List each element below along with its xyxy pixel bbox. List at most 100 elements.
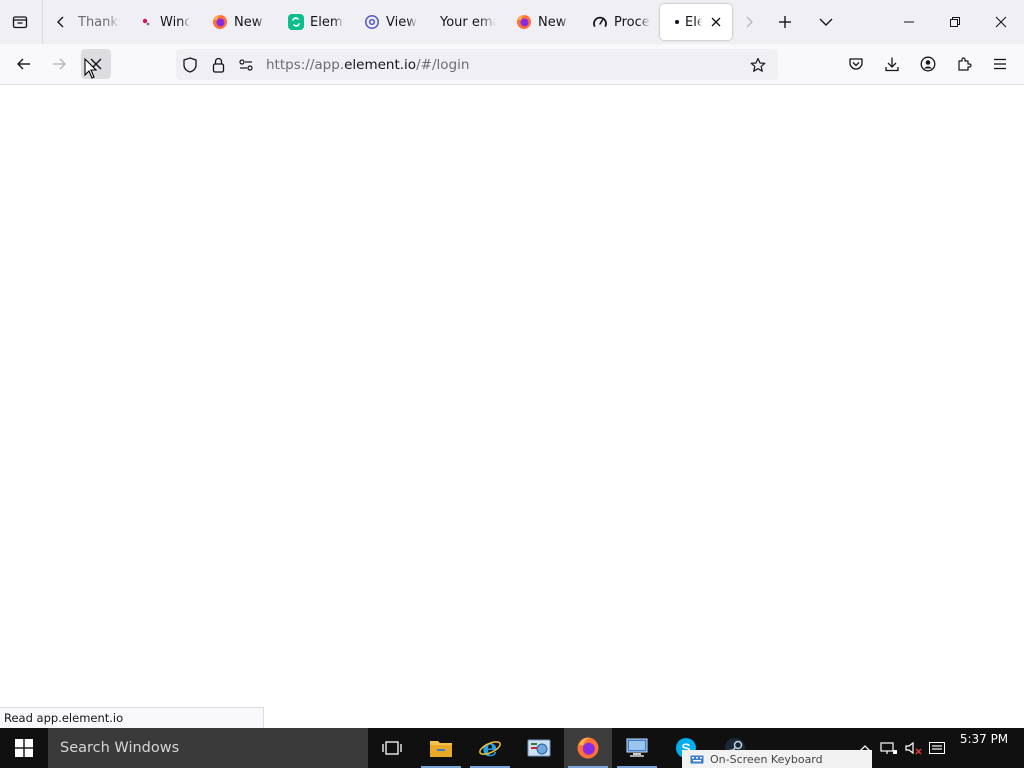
- windows-logo-icon: [15, 739, 33, 757]
- url-path: /#/login: [416, 56, 470, 73]
- hamburger-menu-icon: [994, 58, 1006, 70]
- account-icon: [920, 56, 936, 72]
- volume-button[interactable]: [902, 728, 924, 768]
- list-all-tabs-button[interactable]: [814, 10, 838, 34]
- account-button[interactable]: [913, 49, 943, 79]
- tab-title: Process: [614, 14, 650, 30]
- url-text[interactable]: https://app.element.io/#/login: [266, 57, 469, 73]
- forward-button[interactable]: [44, 49, 74, 79]
- loading-dot-icon: [674, 14, 680, 30]
- tab-view[interactable]: View: [364, 4, 420, 40]
- url-host: element.io: [344, 56, 417, 73]
- site-security-button[interactable]: [204, 51, 232, 79]
- downloads-button[interactable]: [877, 49, 907, 79]
- osk-label: On-Screen Keyboard: [710, 752, 823, 766]
- task-view-icon: [382, 741, 402, 755]
- chevron-left-icon: [57, 16, 64, 28]
- firefox-view-button[interactable]: [6, 8, 34, 36]
- arrow-left-icon: [17, 58, 30, 70]
- pocket-icon: [849, 58, 863, 70]
- new-tab-button[interactable]: [773, 10, 797, 34]
- volume-muted-icon: [905, 741, 922, 755]
- pocket-button[interactable]: [841, 49, 871, 79]
- task-view-button[interactable]: [368, 728, 416, 768]
- tab-your-email[interactable]: Your email: [440, 4, 496, 40]
- tab-title: New Tab: [538, 14, 570, 30]
- keyboard-icon: [929, 742, 945, 754]
- firefox-icon: [212, 14, 228, 30]
- firefox-taskbar-button[interactable]: [564, 728, 612, 768]
- tab-title: View: [386, 14, 417, 30]
- internet-explorer-button[interactable]: e: [466, 728, 514, 768]
- tab-title: New Tab: [234, 14, 266, 30]
- restore-button[interactable]: [932, 0, 978, 44]
- plus-icon: [779, 16, 791, 28]
- extensions-button[interactable]: [949, 49, 979, 79]
- control-panel-icon: [527, 739, 551, 757]
- tab-new-tab-2[interactable]: New Tab: [516, 4, 570, 40]
- navigation-toolbar: https://app.element.io/#/login: [0, 44, 1024, 85]
- close-tab-button[interactable]: [708, 14, 724, 30]
- chevron-up-icon: [859, 745, 871, 752]
- close-icon: [711, 17, 721, 27]
- tab-strip: Thanks Windows New Tab Element: [0, 0, 1024, 44]
- restore-icon: [950, 17, 960, 27]
- control-panel-button[interactable]: [515, 728, 563, 768]
- at-sign-icon: [364, 14, 380, 30]
- windows-favicon: [138, 14, 154, 30]
- svg-text:e: e: [482, 736, 497, 760]
- file-explorer-icon: [430, 741, 452, 757]
- tab-title: Your email: [440, 14, 496, 30]
- status-panel: Read app.element.io: [0, 707, 264, 728]
- network-button[interactable]: [878, 728, 900, 768]
- file-explorer-button[interactable]: [417, 728, 465, 768]
- search-placeholder: Search Windows: [60, 740, 180, 756]
- app-menu-button[interactable]: [985, 49, 1015, 79]
- puzzle-piece-icon: [958, 57, 972, 71]
- back-button[interactable]: [9, 49, 39, 79]
- tab-title: Element: [310, 14, 344, 30]
- keyboard-input-button[interactable]: [926, 728, 948, 768]
- download-icon: [885, 57, 899, 72]
- start-button[interactable]: [0, 728, 48, 768]
- internet-explorer-icon: e: [479, 736, 501, 760]
- mouse-cursor-icon: [84, 58, 98, 79]
- star-icon: [750, 57, 766, 72]
- network-icon: [880, 742, 897, 754]
- firefox-icon: [577, 737, 599, 759]
- scroll-tabs-right-button[interactable]: [738, 10, 760, 34]
- tab-title: Windows: [160, 14, 190, 30]
- tab-process[interactable]: Process: [592, 4, 650, 40]
- bookmark-star-button[interactable]: [744, 51, 772, 79]
- page-content: [0, 85, 1024, 728]
- remote-desktop-button[interactable]: [613, 728, 661, 768]
- tab-title: Element: [685, 14, 703, 30]
- screen: Thanks Windows New Tab Element: [0, 0, 1024, 768]
- tab-title: Thanks: [78, 14, 120, 30]
- firefox-view-icon: [12, 16, 28, 29]
- tab-new-tab[interactable]: New Tab: [212, 4, 266, 40]
- windows-taskbar: Search Windows e S On-Screen Keyboard 5:…: [0, 728, 1024, 768]
- show-hidden-icons-button[interactable]: [856, 728, 874, 768]
- url-prefix: https://app.: [266, 56, 345, 73]
- tracking-protection-button[interactable]: [176, 51, 204, 79]
- tab-element[interactable]: Element: [288, 4, 344, 40]
- address-bar[interactable]: https://app.element.io/#/login: [176, 49, 778, 80]
- tab-windows[interactable]: Windows: [138, 4, 190, 40]
- taskbar-clock[interactable]: 5:37 PM: [956, 732, 1012, 746]
- shield-icon: [183, 56, 197, 73]
- gauge-icon: [592, 14, 608, 30]
- tab-thanks[interactable]: Thanks: [78, 4, 120, 40]
- tab-element-active[interactable]: Element: [660, 4, 732, 40]
- close-window-button[interactable]: [978, 0, 1024, 44]
- minimize-icon: [904, 21, 914, 23]
- tab-strip-separator: [42, 0, 43, 44]
- element-icon: [288, 14, 304, 30]
- arrow-right-icon: [53, 58, 66, 70]
- minimize-button[interactable]: [886, 0, 932, 44]
- taskbar-search-box[interactable]: Search Windows: [48, 728, 368, 768]
- on-screen-keyboard-preview[interactable]: On-Screen Keyboard: [682, 750, 872, 768]
- permissions-button[interactable]: [232, 51, 260, 79]
- chevron-down-icon: [819, 18, 833, 26]
- scroll-tabs-left-button[interactable]: [50, 10, 72, 34]
